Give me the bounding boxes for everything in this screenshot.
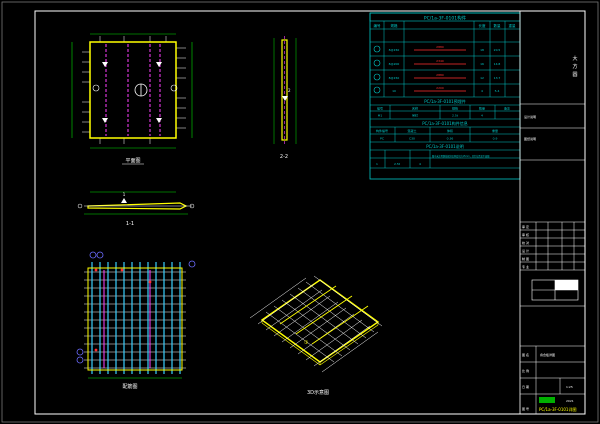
summary-cell-2: 0.36 [447,137,454,141]
embed-cell-0: M1 [378,114,383,118]
isometric-view: ① 3D示意图 [249,275,383,396]
summary-table-title: PC/1a-3F-0101构件信息 [422,120,467,126]
scale-value: 1:25 [566,385,573,389]
parts-row-1-wt: 14.8 [494,62,501,66]
parts-row-1-spec: 8@200 [389,62,400,66]
lift-point-icon [102,118,108,123]
notes-cell-1: 2.5t [394,162,401,166]
company-char-1: 大 [572,55,577,62]
rebar-tag-icon [188,260,196,268]
number-label: 图 号 [522,406,529,411]
tables: PC/1a-3F-0101构件 编号 规格 长度 数量 重量 8@150 288… [369,12,521,180]
parts-row-3-wt: 5.4 [495,89,500,93]
section-view: 1 1-1 [77,191,195,227]
rebar-tag-icon [76,348,84,356]
drawing-number: PC/1a-3F-0101详图 [539,406,576,412]
side-mark: 2 [288,88,291,93]
embed-head-1: 名称 [412,106,418,111]
lift-point-icon [156,118,162,123]
company-char-2: 方 [572,63,577,70]
summary-head-2: 体积 [447,128,453,133]
notes-table-title: PC/1a-3F-0101说明 [426,143,463,149]
parts-row-2-len: 2880 [436,73,444,77]
parts-row-3-qty: 4 [481,89,483,93]
rebar-tag-icon [96,251,104,259]
key-plan-highlight [555,280,578,290]
drawing-name-label: 图 名 [522,352,529,357]
rebar-tag-icon [89,251,97,259]
summary-cell-0: PC [380,137,384,141]
company-char-3: 圆 [572,72,577,78]
parts-row-0-qty: 18 [480,48,484,52]
title-block: 大 方 圆 设计说明 图纸说明 审 定 审 核 校 对 设 计 制 图 专 业 … [519,10,586,415]
side-caption: 2-2 [280,154,288,160]
iso-mark: ① [304,340,309,346]
section-caption: 1-1 [126,221,134,227]
side-section-view: 2 2-2 [273,36,297,160]
parts-head-0: 编号 [374,23,382,28]
embed-cell-2: 2.5t [452,114,459,118]
plan-caption: 平面图 [125,158,140,164]
cad-drawing-sheet: 平面图 2 2-2 1 1-1 配筋图 ① 3D示意图 PC/1a-3F-010… [1,1,599,423]
embed-head-0: 编号 [377,106,383,111]
embed-head-3: 数量 [479,106,485,111]
parts-table-title: PC/1a-3F-0101构件 [424,15,467,22]
parts-row-2-wt: 13.7 [494,76,501,80]
parts-row-3-len: 2200 [436,86,444,90]
lift-point-icon [121,198,127,203]
rebar-view: 配筋图 [76,251,196,390]
embed-cell-3: 4 [481,114,483,118]
date-label: 日 期 [522,384,529,389]
sign-row-4: 制 图 [522,256,529,261]
parts-head-4: 重量 [509,23,517,28]
parts-head-1: 规格 [391,23,399,28]
date-value: 2021 [566,399,574,403]
embed-head-4: 备注 [504,106,510,111]
notes-cell-2: 4 [419,162,421,166]
parts-row-0-wt: 20.5 [494,48,501,52]
stamp-box [539,397,555,403]
embed-cell-1: 吊钉 [412,113,418,118]
drawing-name: 叠合板详图 [540,352,555,357]
summary-head-3: 重量 [492,128,498,133]
sign-row-1: 审 核 [522,232,529,237]
parts-head-2: 长度 [479,23,487,28]
embed-head-2: 规格 [452,106,458,111]
rebar-caption: 配筋图 [122,383,137,390]
parts-head-3: 数量 [494,23,502,28]
parts-row-2-qty: 12 [480,76,484,80]
sign-row-0: 审 定 [522,224,529,229]
parts-row-1-qty: 16 [480,62,484,66]
summary-cell-3: 0.9 [493,137,498,141]
notes-cell-3: 图中未注明钢筋保护层厚度均为15mm，吊钉位置见平面图 [432,154,489,158]
project-label: 设计说明 [524,114,536,119]
rebar-tag-icon [76,356,84,364]
side-slab-outline [281,39,288,141]
sign-row-5: 专 业 [522,264,529,269]
lift-point-icon [102,62,108,67]
parts-row-3-spec: 10 [392,89,396,93]
inner-frame [34,10,586,415]
summary-head-1: 混凝土 [407,128,416,133]
parts-row-0-len: 2880 [436,45,444,49]
plan-slab-outline [89,41,177,139]
embed-table-title: PC/1a-3F-0101预埋件 [424,98,465,104]
section-mark: 1 [123,192,126,197]
scale-label: 比 例 [522,368,529,373]
sign-row-2: 校 对 [522,240,529,245]
parts-row-1-len: 2340 [436,59,444,63]
parts-row-2-spec: 8@150 [389,76,400,80]
iso-caption: 3D示意图 [307,389,329,396]
lift-point-icon [156,62,162,67]
project-value: 图纸说明 [524,136,536,141]
notes-cell-0: 1 [376,162,378,166]
summary-cell-1: C30 [409,137,415,141]
rebar-slab-outline [87,267,183,371]
sign-row-3: 设 计 [522,248,529,253]
parts-row-0-spec: 8@150 [389,48,400,52]
plan-view: 平面图 [71,33,193,165]
summary-head-0: 构件编号 [376,128,388,133]
